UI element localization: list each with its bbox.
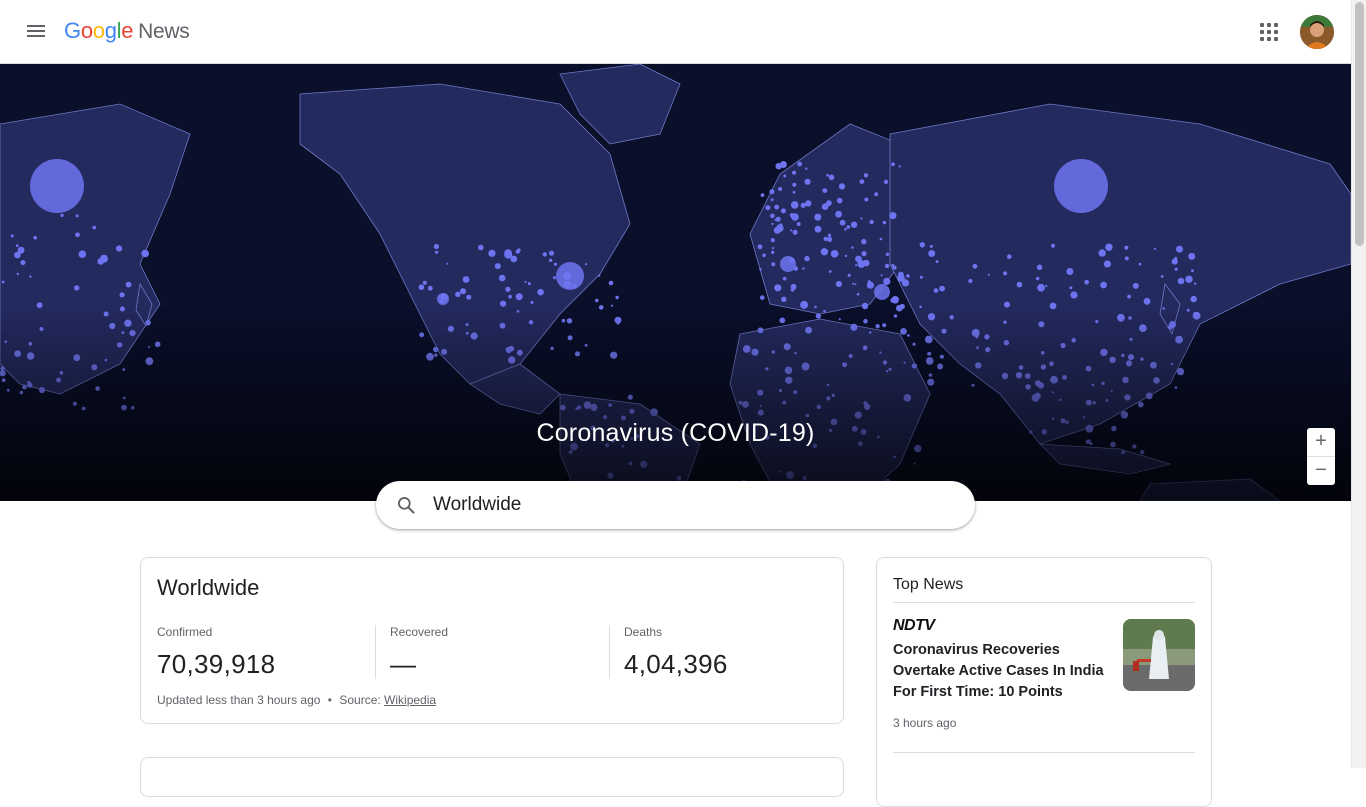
- deaths-value: 4,04,396: [624, 649, 728, 679]
- recovered-stat: Recovered —: [375, 625, 609, 679]
- page-scrollbar[interactable]: [1351, 0, 1366, 768]
- recovered-label: Recovered: [390, 625, 449, 639]
- worldwide-stats-card: Worldwide Confirmed 70,39,918 Recovered …: [140, 557, 844, 724]
- top-news-title: Top News: [893, 576, 964, 593]
- logo-letter: o: [80, 18, 93, 43]
- location-search-box[interactable]: [376, 481, 975, 529]
- map-title: Coronavirus (COVID-19): [536, 419, 815, 447]
- news-thumbnail[interactable]: [1123, 619, 1195, 691]
- logo-letter: G: [64, 18, 81, 43]
- top-news-card: Top News NDTV Coronavirus Recoveries Ove…: [876, 557, 1212, 807]
- confirmed-stat: Confirmed 70,39,918: [157, 625, 375, 679]
- logo-letter: g: [104, 18, 117, 43]
- main-menu-icon[interactable]: [24, 22, 48, 42]
- map-zoom-control: + −: [1307, 428, 1335, 485]
- source-prefix: Source:: [339, 693, 381, 707]
- deaths-label: Deaths: [624, 625, 663, 639]
- wikipedia-source-link[interactable]: Wikipedia: [384, 693, 436, 707]
- search-input[interactable]: [433, 494, 933, 516]
- logo-news-text: News: [138, 20, 190, 43]
- top-app-bar: Google News: [0, 0, 1351, 64]
- search-icon: [398, 497, 415, 514]
- separator-dot: •: [327, 693, 332, 707]
- scrollbar-thumb[interactable]: [1355, 2, 1364, 246]
- confirmed-value: 70,39,918: [157, 649, 276, 679]
- news-headline-link[interactable]: Coronavirus Recoveries Overtake Active C…: [893, 640, 1107, 703]
- deaths-stat: Deaths 4,04,396: [609, 625, 827, 679]
- logo-letter: e: [121, 18, 134, 43]
- confirmed-label: Confirmed: [157, 625, 213, 639]
- news-timestamp: 3 hours ago: [893, 716, 957, 730]
- updated-text: Updated less than 3 hours ago: [157, 693, 321, 707]
- zoom-out-button[interactable]: −: [1307, 457, 1335, 485]
- divider: [893, 602, 1195, 603]
- covid-world-map[interactable]: Coronavirus (COVID-19) + −: [0, 64, 1351, 501]
- next-section-card: [140, 757, 844, 797]
- recovered-value: —: [390, 649, 417, 679]
- logo-letter: o: [92, 18, 105, 43]
- zoom-in-button[interactable]: +: [1307, 428, 1335, 457]
- updated-info: Updated less than 3 hours ago • Source: …: [157, 693, 436, 707]
- stats-title: Worldwide: [157, 575, 260, 600]
- news-source-logo[interactable]: NDTV: [893, 617, 935, 634]
- google-news-logo[interactable]: Google News: [64, 18, 190, 44]
- account-avatar[interactable]: [1300, 15, 1334, 49]
- google-apps-icon[interactable]: [1258, 21, 1280, 43]
- divider: [893, 752, 1195, 753]
